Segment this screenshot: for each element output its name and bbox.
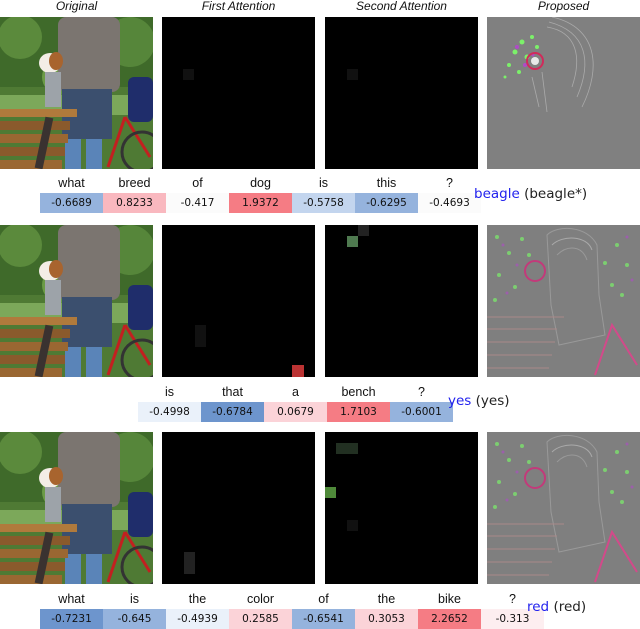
question-word: what <box>58 592 85 606</box>
question-word-cell: bike 2.2652 <box>418 589 481 629</box>
question-word: what <box>58 176 85 190</box>
answer-label: red (red) <box>527 599 586 615</box>
question-word-cell: what -0.7231 <box>40 589 103 629</box>
question-word-table: is -0.4998 that -0.6784 a 0.0679 bench 1.7103? -… <box>138 382 453 422</box>
attention-map <box>162 225 315 377</box>
proposed-image <box>487 17 640 169</box>
second-attention-image <box>325 432 478 584</box>
attention-weight-value: 0.3053 <box>355 609 418 629</box>
attention-weight-value: 0.0679 <box>264 402 327 422</box>
original-image <box>0 17 153 169</box>
question-word-cell: bench 1.7103 <box>327 382 390 422</box>
question-word-table: what -0.6689 breed 0.8233 of -0.417 dog 1.9372 i… <box>40 173 481 213</box>
attention-weight-value: -0.6784 <box>201 402 264 422</box>
question-word-cell: color 0.2585 <box>229 589 292 629</box>
question-word: breed <box>118 176 151 190</box>
original-image <box>0 225 153 377</box>
question-word: bike <box>438 592 461 606</box>
question-word-cell: is -0.645 <box>103 589 166 629</box>
question-word: the <box>377 592 396 606</box>
question-word: ? <box>418 385 425 399</box>
question-word: is <box>164 385 175 399</box>
question-word-cell: the 0.3053 <box>355 589 418 629</box>
first-attention-image <box>162 225 315 377</box>
question-word: is <box>129 592 140 606</box>
attention-weight-value: 0.8233 <box>103 193 166 213</box>
attention-weight-value: -0.6295 <box>355 193 418 213</box>
question-word-cell: dog 1.9372 <box>229 173 292 213</box>
question-word: ? <box>446 176 453 190</box>
ground-truth-answer: (beagle*) <box>524 186 588 202</box>
attention-map <box>325 225 478 377</box>
question-word-cell: of -0.417 <box>166 173 229 213</box>
attention-weight-value: -0.7231 <box>40 609 103 629</box>
original-scene-image <box>0 17 153 169</box>
attention-map <box>162 17 315 169</box>
predicted-answer: beagle <box>474 186 520 202</box>
attention-weight-value: -0.645 <box>103 609 166 629</box>
question-word: that <box>222 385 243 399</box>
attention-weight-value: -0.4939 <box>166 609 229 629</box>
saliency-map <box>487 432 640 584</box>
column-header-proposed: Proposed <box>537 0 590 13</box>
attention-weight-value: 1.9372 <box>229 193 292 213</box>
question-word: a <box>292 385 299 399</box>
proposed-image <box>487 225 640 377</box>
attention-weight-value: -0.417 <box>166 193 229 213</box>
saliency-map <box>487 17 640 169</box>
first-attention-image <box>162 17 315 169</box>
attention-weight-value: -0.6689 <box>40 193 103 213</box>
question-word-cell: this -0.6295 <box>355 173 418 213</box>
predicted-answer: red <box>527 599 550 615</box>
question-word: bench <box>341 385 376 399</box>
question-word-cell: that -0.6784 <box>201 382 264 422</box>
first-attention-image <box>162 432 315 584</box>
question-word: of <box>318 592 329 606</box>
question-word-cell: is -0.5758 <box>292 173 355 213</box>
column-header-original: Original <box>55 0 98 13</box>
question-word-cell: a 0.0679 <box>264 382 327 422</box>
attention-weight-value: -0.6001 <box>390 402 453 422</box>
ground-truth-answer: (red) <box>553 599 587 615</box>
question-word: is <box>318 176 329 190</box>
column-header-first-attention: First Attention <box>201 0 276 13</box>
attention-weight-value: -0.4998 <box>138 402 201 422</box>
ground-truth-answer: (yes) <box>475 393 510 409</box>
question-word-cell: of -0.6541 <box>292 589 355 629</box>
attention-map <box>325 17 478 169</box>
saliency-map <box>487 225 640 377</box>
question-word: dog <box>250 176 271 190</box>
original-image <box>0 432 153 584</box>
attention-weight-value: 2.2652 <box>418 609 481 629</box>
question-word: of <box>192 176 203 190</box>
original-scene-image <box>0 432 153 584</box>
question-word: this <box>376 176 397 190</box>
attention-weight-value: -0.4693 <box>418 193 481 213</box>
question-word: the <box>188 592 207 606</box>
answer-label: yes (yes) <box>448 393 510 409</box>
original-scene-image <box>0 225 153 377</box>
question-word-cell: breed 0.8233 <box>103 173 166 213</box>
question-word-cell: ? -0.4693 <box>418 173 481 213</box>
attention-map <box>162 432 315 584</box>
attention-map <box>325 432 478 584</box>
second-attention-image <box>325 225 478 377</box>
predicted-answer: yes <box>448 393 472 409</box>
question-word-cell: is -0.4998 <box>138 382 201 422</box>
attention-weight-value: 0.2585 <box>229 609 292 629</box>
column-header-second-attention: Second Attention <box>356 0 447 13</box>
question-word-cell: what -0.6689 <box>40 173 103 213</box>
second-attention-image <box>325 17 478 169</box>
question-word-table: what -0.7231 is -0.645 the -0.4939 color 0.2585… <box>40 589 544 629</box>
attention-weight-value: -0.6541 <box>292 609 355 629</box>
question-word-cell: ? -0.6001 <box>390 382 453 422</box>
answer-label: beagle (beagle*) <box>474 186 587 202</box>
proposed-image <box>487 432 640 584</box>
attention-weight-value: -0.5758 <box>292 193 355 213</box>
attention-weight-value: 1.7103 <box>327 402 390 422</box>
question-word-cell: the -0.4939 <box>166 589 229 629</box>
question-word: color <box>246 592 275 606</box>
